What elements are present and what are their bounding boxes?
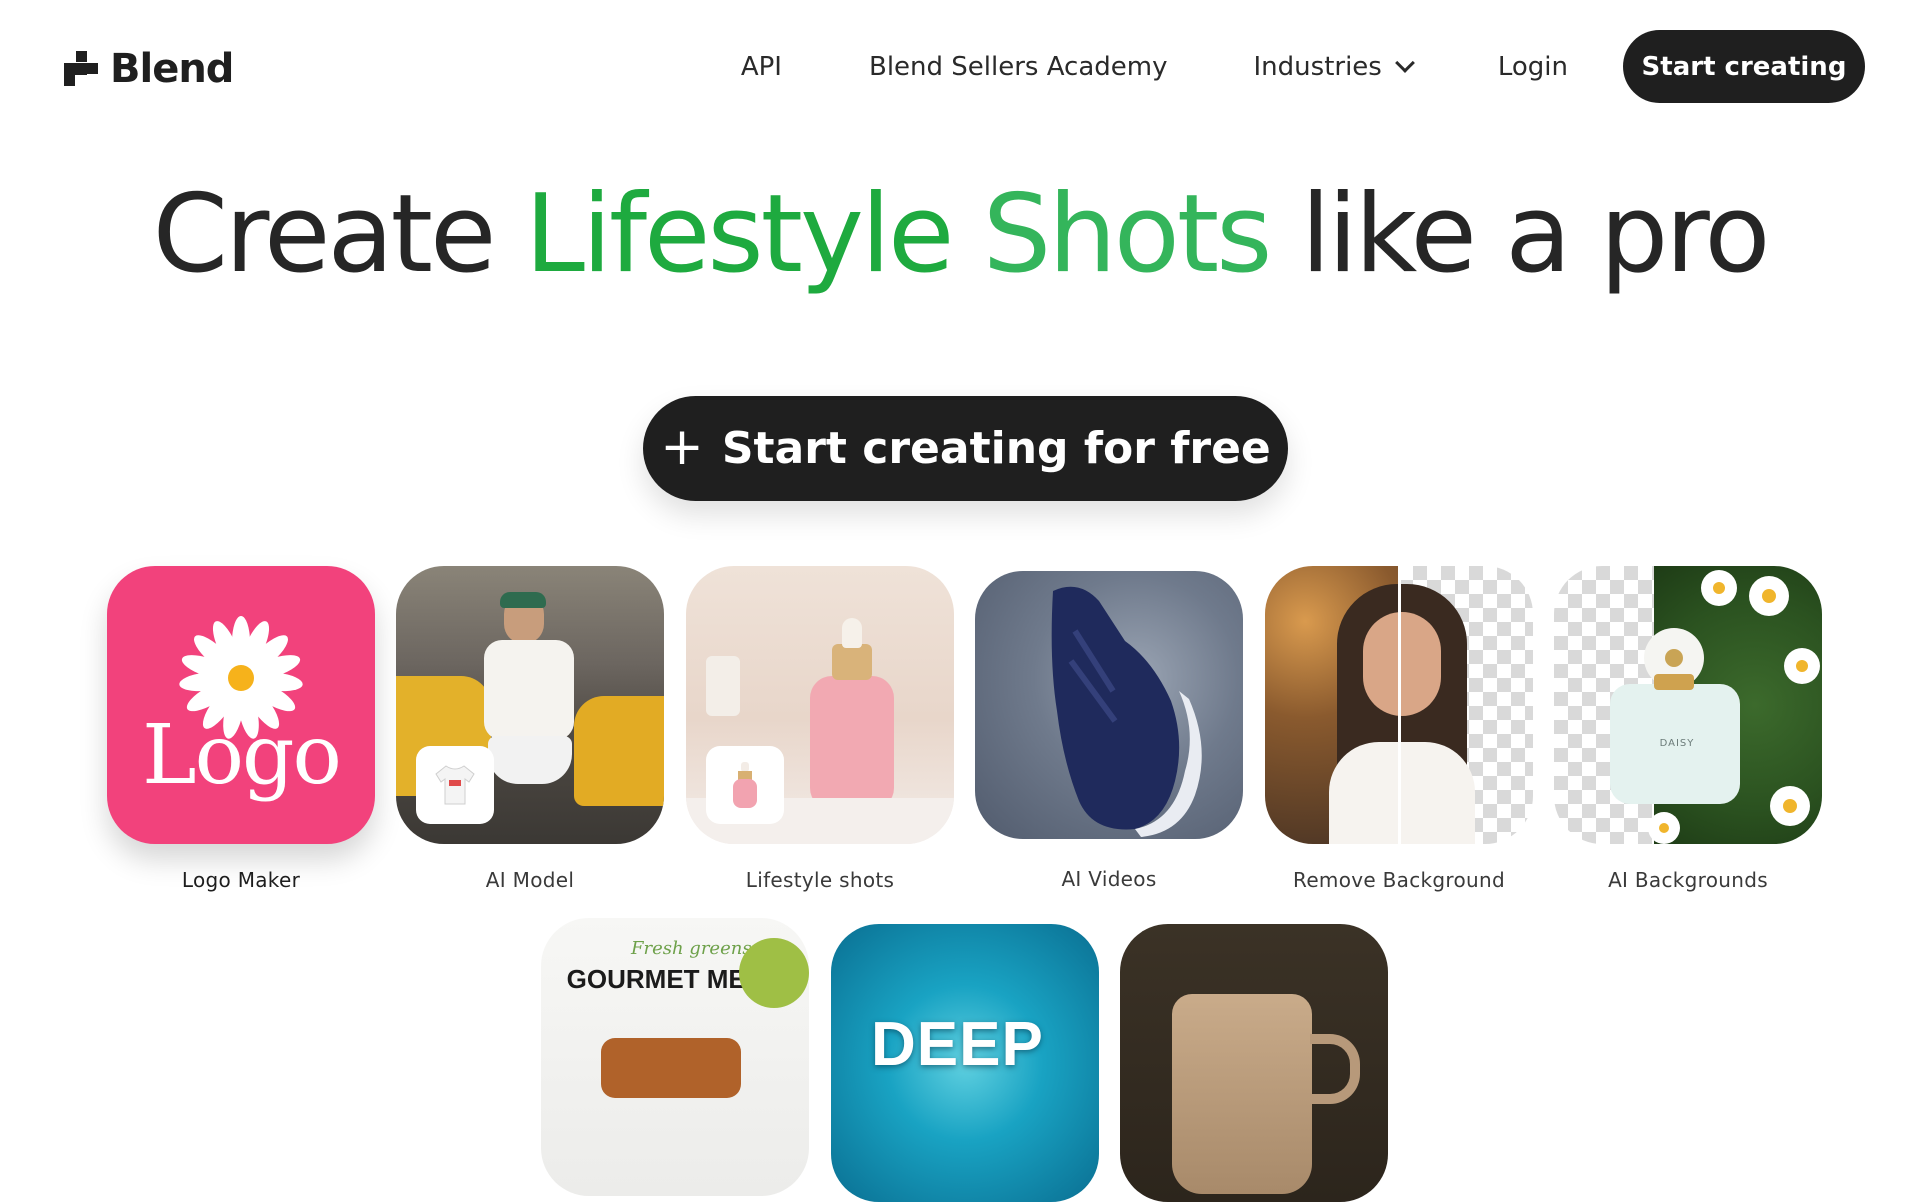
nav-api[interactable]: API (741, 52, 782, 82)
bottle-cap-shape (832, 644, 872, 680)
lime-shape (739, 938, 809, 1008)
tile-label-ai-backgrounds: AI Backgrounds (1608, 868, 1768, 892)
gourmet-menu-image: Fresh greens GOURMET MENU (541, 918, 809, 1196)
taxi-right-shape (574, 696, 664, 806)
tile-label-lifestyle-shots: Lifestyle shots (745, 868, 895, 892)
product-thumbnail (416, 746, 494, 824)
tile-remove-background[interactable]: Remove Background (1265, 566, 1533, 892)
hero-title-highlight-1: Lifestyle (524, 172, 955, 297)
tile-ai-model[interactable]: AI Model (396, 566, 664, 892)
nav-industries-dropdown[interactable]: Industries (1253, 51, 1415, 82)
start-creating-for-free-button[interactable]: + Start creating for free (643, 396, 1288, 501)
blend-logo-icon (64, 51, 98, 86)
coffee-mug-shape (1172, 994, 1312, 1194)
tile-logo-maker[interactable]: Logo Logo Maker (107, 566, 375, 892)
ai-videos-image (975, 571, 1243, 839)
tile-deep-sea[interactable]: DEEP (831, 924, 1099, 1202)
tile-gourmet-menu[interactable]: Fresh greens GOURMET MENU (541, 918, 809, 1196)
coffee-image (1120, 924, 1388, 1202)
tile-lifestyle-shots[interactable]: Lifestyle shots (686, 566, 954, 892)
comparison-divider[interactable] (1398, 566, 1401, 844)
cta-label: Start creating for free (721, 423, 1271, 474)
tile-ai-backgrounds[interactable]: DAISY AI Backgrounds (1554, 566, 1822, 892)
tile-coffee[interactable] (1120, 924, 1388, 1202)
skirt-shape (488, 736, 572, 784)
nav-sellers-academy[interactable]: Blend Sellers Academy (869, 52, 1168, 82)
perfume-label: DAISY (1659, 738, 1695, 749)
product-thumbnail (706, 746, 784, 824)
blouse-shape (1329, 742, 1475, 844)
nav-industries-label: Industries (1253, 51, 1382, 82)
ai-model-image (396, 566, 664, 844)
tile-label-ai-model: AI Model (485, 868, 575, 892)
serum-bottle-icon (733, 762, 757, 808)
dropper-shape (842, 618, 862, 648)
hero-title-highlight-2: Shots (982, 172, 1273, 297)
mug-handle-shape (1310, 1034, 1360, 1104)
hero-title: Create Lifestyle Shots like a pro (0, 170, 1920, 300)
brush-cup-shape (706, 656, 740, 716)
tile-label-remove-background: Remove Background (1293, 868, 1505, 892)
start-creating-button[interactable]: Start creating (1623, 30, 1865, 103)
sneaker-shape (1051, 586, 1202, 837)
face-shape (1363, 612, 1441, 716)
hero-title-suffix: like a pro (1300, 172, 1771, 297)
shirt-shape (484, 640, 574, 740)
deep-sea-image: DEEP (831, 924, 1099, 1202)
brand-name: Blend (110, 46, 234, 92)
tile-label-ai-videos: AI Videos (1061, 867, 1157, 891)
logo-tile-text: Logo (142, 708, 342, 803)
nav-login[interactable]: Login (1498, 52, 1568, 82)
remove-background-image (1265, 566, 1533, 844)
gourmet-script-text: Fresh greens (631, 938, 752, 959)
cap-shape (500, 592, 546, 608)
brand-logo[interactable]: Blend (64, 46, 234, 92)
chevron-down-icon (1394, 52, 1415, 73)
plus-icon: + (660, 416, 704, 477)
lifestyle-shots-image (686, 566, 954, 844)
sandwich-shape (601, 1038, 741, 1098)
hero-title-prefix: Create (152, 172, 497, 297)
deep-sea-title: DEEP (871, 1010, 1044, 1079)
site-header: Blend API Blend Sellers Academy Industri… (0, 0, 1920, 134)
daisies-shape (1610, 570, 1820, 844)
serum-bottle-shape (810, 676, 894, 810)
tile-label-logo-maker: Logo Maker (181, 868, 301, 892)
tshirt-icon (435, 765, 475, 805)
ai-backgrounds-image: DAISY (1554, 566, 1822, 844)
logo-maker-image: Logo (107, 566, 375, 844)
main-nav: API Blend Sellers Academy Industries Log… (741, 30, 1865, 103)
tile-ai-videos[interactable]: AI Videos (975, 571, 1243, 891)
